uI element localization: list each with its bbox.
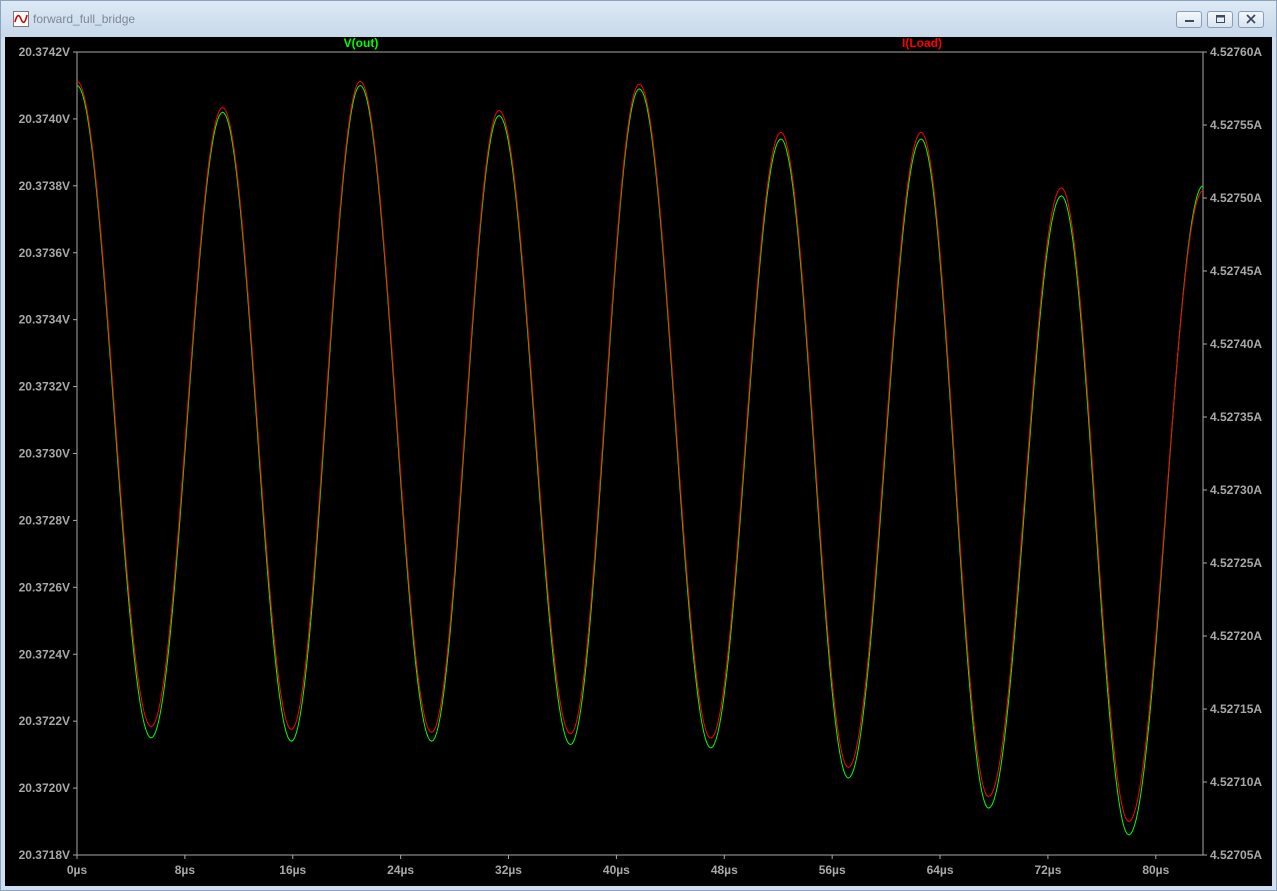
y-right-tick-label: 4.52715A bbox=[1210, 702, 1262, 716]
title-bar[interactable]: forward_full_bridge bbox=[1, 1, 1276, 37]
x-tick-label: 0µs bbox=[67, 863, 88, 877]
y-left-tick-label: 20.3726V bbox=[19, 580, 70, 594]
close-button[interactable] bbox=[1238, 11, 1264, 28]
y-right-tick-label: 4.52745A bbox=[1210, 264, 1262, 278]
y-right-tick-label: 4.52730A bbox=[1210, 483, 1262, 497]
plot-area[interactable]: 20.3742V 20.3740V 20.3738V 20.3736V 20.3734V… bbox=[5, 37, 1272, 886]
trace-v-out bbox=[76, 84, 1204, 836]
y-left-tick-label: 20.3740V bbox=[19, 112, 70, 126]
plot-border bbox=[76, 51, 1204, 856]
trace-label-v-out: V(out) bbox=[344, 37, 379, 50]
y-right-tick-label: 4.52725A bbox=[1210, 556, 1262, 570]
y-right-tick-label: 4.52750A bbox=[1210, 191, 1262, 205]
x-tick-label: 64µs bbox=[927, 863, 954, 877]
y-right-tick-label: 4.52710A bbox=[1210, 775, 1262, 789]
y-right-tick-label: 4.52760A bbox=[1210, 45, 1262, 59]
y-left-tick-label: 20.3722V bbox=[19, 714, 70, 728]
y-right-tick-label: 4.52755A bbox=[1210, 118, 1262, 132]
restore-button[interactable] bbox=[1207, 11, 1233, 28]
trace-i-load bbox=[76, 80, 1204, 822]
waveform-icon bbox=[13, 11, 29, 27]
y-right-tick-label: 4.52705A bbox=[1210, 848, 1262, 862]
y-left-tick-label: 20.3742V bbox=[19, 45, 70, 59]
waveform-window: forward_full_bridge 20.3742V 20.3740V 20.3… bbox=[0, 0, 1277, 891]
x-tick-label: 40µs bbox=[603, 863, 630, 877]
y-right-tick-label: 4.52720A bbox=[1210, 629, 1262, 643]
x-tick-label: 72µs bbox=[1034, 863, 1061, 877]
y-left-tick-label: 20.3724V bbox=[19, 647, 70, 661]
x-tick-label: 24µs bbox=[387, 863, 414, 877]
y-left-tick-label: 20.3732V bbox=[19, 380, 70, 394]
x-tick-label: 48µs bbox=[711, 863, 738, 877]
minimize-button[interactable] bbox=[1176, 11, 1202, 28]
minimize-icon bbox=[1185, 20, 1194, 22]
x-tick-label: 16µs bbox=[279, 863, 306, 877]
y-left-tick-label: 20.3718V bbox=[19, 848, 70, 862]
y-left-tick-label: 20.3734V bbox=[19, 313, 70, 327]
x-tick-label: 56µs bbox=[819, 863, 846, 877]
y-left-tick-label: 20.3736V bbox=[19, 246, 70, 260]
x-tick-label: 8µs bbox=[175, 863, 196, 877]
restore-icon bbox=[1216, 15, 1225, 23]
close-icon bbox=[1246, 14, 1256, 24]
y-left-tick-label: 20.3728V bbox=[19, 513, 70, 527]
y-right-tick-label: 4.52735A bbox=[1210, 410, 1262, 424]
x-tick-label: 80µs bbox=[1142, 863, 1169, 877]
trace-label-i-load: I(Load) bbox=[902, 37, 942, 50]
y-left-tick-label: 20.3720V bbox=[19, 781, 70, 795]
waveform-plot[interactable]: 20.3742V 20.3740V 20.3738V 20.3736V 20.3734V… bbox=[5, 37, 1272, 886]
y-right-tick-label: 4.52740A bbox=[1210, 337, 1262, 351]
y-left-tick-label: 20.3738V bbox=[19, 179, 70, 193]
x-tick-label: 32µs bbox=[495, 863, 522, 877]
y-left-tick-label: 20.3730V bbox=[19, 447, 70, 461]
window-title: forward_full_bridge bbox=[33, 12, 136, 26]
